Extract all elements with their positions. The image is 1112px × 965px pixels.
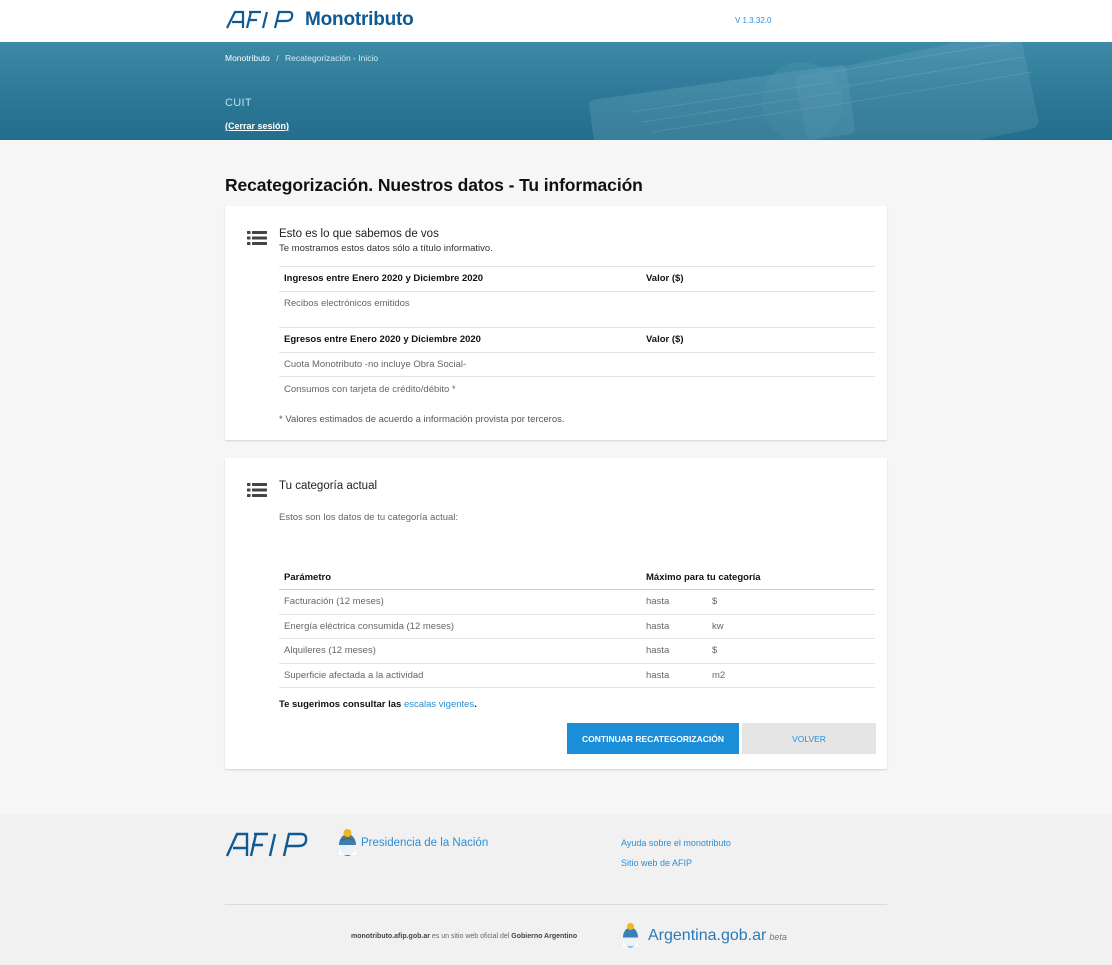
expense-row-label: Consumos con tarjeta de crédito/débito * [279,376,641,401]
table-row: Superficie afectada a la actividad hasta… [279,663,875,688]
afip-footer-logo-icon[interactable] [225,832,311,858]
suggest-suffix: . [474,699,477,710]
table-row: Alquileres (12 meses) hasta $ [279,638,875,664]
expense-value-header: Valor ($) [641,327,875,352]
table-header-row: Ingresos entre Enero 2020 y Diciembre 20… [279,266,875,291]
site-mid-text: es un sitio web oficial del [429,933,512,940]
escalas-vigentes-link[interactable]: escalas vigentes [404,699,474,710]
list-icon [247,483,267,497]
info-card-title: Esto es lo que sabemos de vos [279,228,439,240]
info-card-header: Esto es lo que sabemos de vos Te mostram… [247,228,876,254]
list-icon [247,231,267,245]
param-unit: kw [707,614,875,639]
breadcrumb-separator: / [276,53,279,63]
site-domain: monotributo.afip.gob.ar [351,933,430,940]
argentina-gob-logo[interactable]: Argentina.gob.ar beta [648,927,787,945]
col-header-max: Máximo para tu categoría [641,565,875,590]
suggest-prefix: Te sugerimos consultar las [279,699,404,710]
logout-link[interactable]: (Cerrar sesión) [225,121,289,131]
suggest-text: Te sugerimos consultar las escalas vigen… [279,699,876,710]
param-label: Alquileres (12 meses) [279,638,641,664]
back-button[interactable]: VOLVER [742,723,876,754]
afip-logo-icon [226,10,294,29]
param-hasta: hasta [641,614,707,639]
breadcrumb-item-monotributo[interactable]: Monotributo [225,53,270,63]
header-logo[interactable]: Monotributo [225,9,414,31]
card-actions: CONTINUAR RECATEGORIZACIÓN VOLVER [247,723,876,754]
presidencia-label[interactable]: Presidencia de la Nación [361,837,488,849]
argentina-gob-label: Argentina.gob.ar [648,927,767,944]
table-row: Cuota Monotributo -no incluye Obra Socia… [279,351,875,377]
col-header-param: Parámetro [279,565,641,590]
info-card: Esto es lo que sabemos de vos Te mostram… [225,206,887,440]
table-row: Energía eléctrica consumida (12 meses) h… [279,614,875,639]
income-row-label: Recibos electrónicos emitidos [279,290,641,316]
income-value-header: Valor ($) [641,266,875,291]
breadcrumb: Monotributo / Recategorización - Inicio [225,53,378,63]
param-hasta: hasta [641,663,707,688]
table-row: Consumos con tarjeta de crédito/débito * [279,376,875,401]
beta-label: beta [769,932,787,942]
expense-row-value [641,351,875,377]
info-table: Ingresos entre Enero 2020 y Diciembre 20… [279,266,875,401]
table-header-row: Parámetro Máximo para tu categoría [279,565,875,590]
param-unit: $ [707,638,875,664]
param-label: Energía eléctrica consumida (12 meses) [279,614,641,639]
national-coat-of-arms-icon [339,829,356,856]
table-row: Recibos electrónicos emitidos [279,290,875,316]
afip-website-link[interactable]: Sitio web de AFIP [621,853,731,873]
official-site-text: monotributo.afip.gob.ar es un sitio web … [351,933,577,940]
breadcrumb-item-current: Recategorización - Inicio [285,53,379,63]
main-content: Recategorización. Nuestros datos - Tu in… [225,140,887,769]
banner-background-image [589,42,1039,140]
category-params-table: Parámetro Máximo para tu categoría Factu… [279,565,875,688]
param-hasta: hasta [641,589,707,615]
table-header-row: Egresos entre Enero 2020 y Diciembre 202… [279,327,875,352]
cuit-label: CUIT [225,97,252,109]
info-footnote: * Valores estimados de acuerdo a informa… [279,414,565,425]
top-header: Monotributo V 1.3.32.0 [0,0,1112,42]
param-label: Superficie afectada a la actividad [279,663,641,688]
category-card-title: Tu categoría actual [279,480,378,492]
help-monotributo-link[interactable]: Ayuda sobre el monotributo [621,833,731,853]
table-row: Facturación (12 meses) hasta $ [279,589,875,615]
expense-header: Egresos entre Enero 2020 y Diciembre 202… [279,327,641,352]
param-hasta: hasta [641,638,707,664]
param-label: Facturación (12 meses) [279,589,641,615]
site-gov: Gobierno Argentino [511,933,578,940]
table-spacer [279,316,875,328]
info-card-subtitle: Te mostramos estos datos sólo a título i… [279,243,493,254]
page-title: Recategorización. Nuestros datos - Tu in… [225,175,643,195]
continue-recategorization-button[interactable]: CONTINUAR RECATEGORIZACIÓN [567,723,739,754]
page-footer: Presidencia de la Nación Ayuda sobre el … [0,815,1112,965]
category-card: Tu categoría actual Estos son los datos … [225,458,887,769]
income-row-value [641,290,875,316]
expense-row-value [641,376,875,401]
param-unit: m2 [707,663,875,688]
version-label: V 1.3.32.0 [735,16,772,25]
category-card-subtitle: Estos son los datos de tu categoría actu… [279,512,459,523]
param-unit: $ [707,589,875,615]
expense-row-label: Cuota Monotributo -no incluye Obra Socia… [279,351,641,377]
footer-divider [225,904,887,905]
hero-banner: Monotributo / Recategorización - Inicio … [0,42,1112,140]
income-header: Ingresos entre Enero 2020 y Diciembre 20… [279,266,641,291]
argentina-coat-of-arms-icon [623,923,638,948]
category-card-header: Tu categoría actual [247,480,876,498]
footer-links: Ayuda sobre el monotributo Sitio web de … [621,833,731,873]
brand-name: Monotributo [305,9,414,30]
